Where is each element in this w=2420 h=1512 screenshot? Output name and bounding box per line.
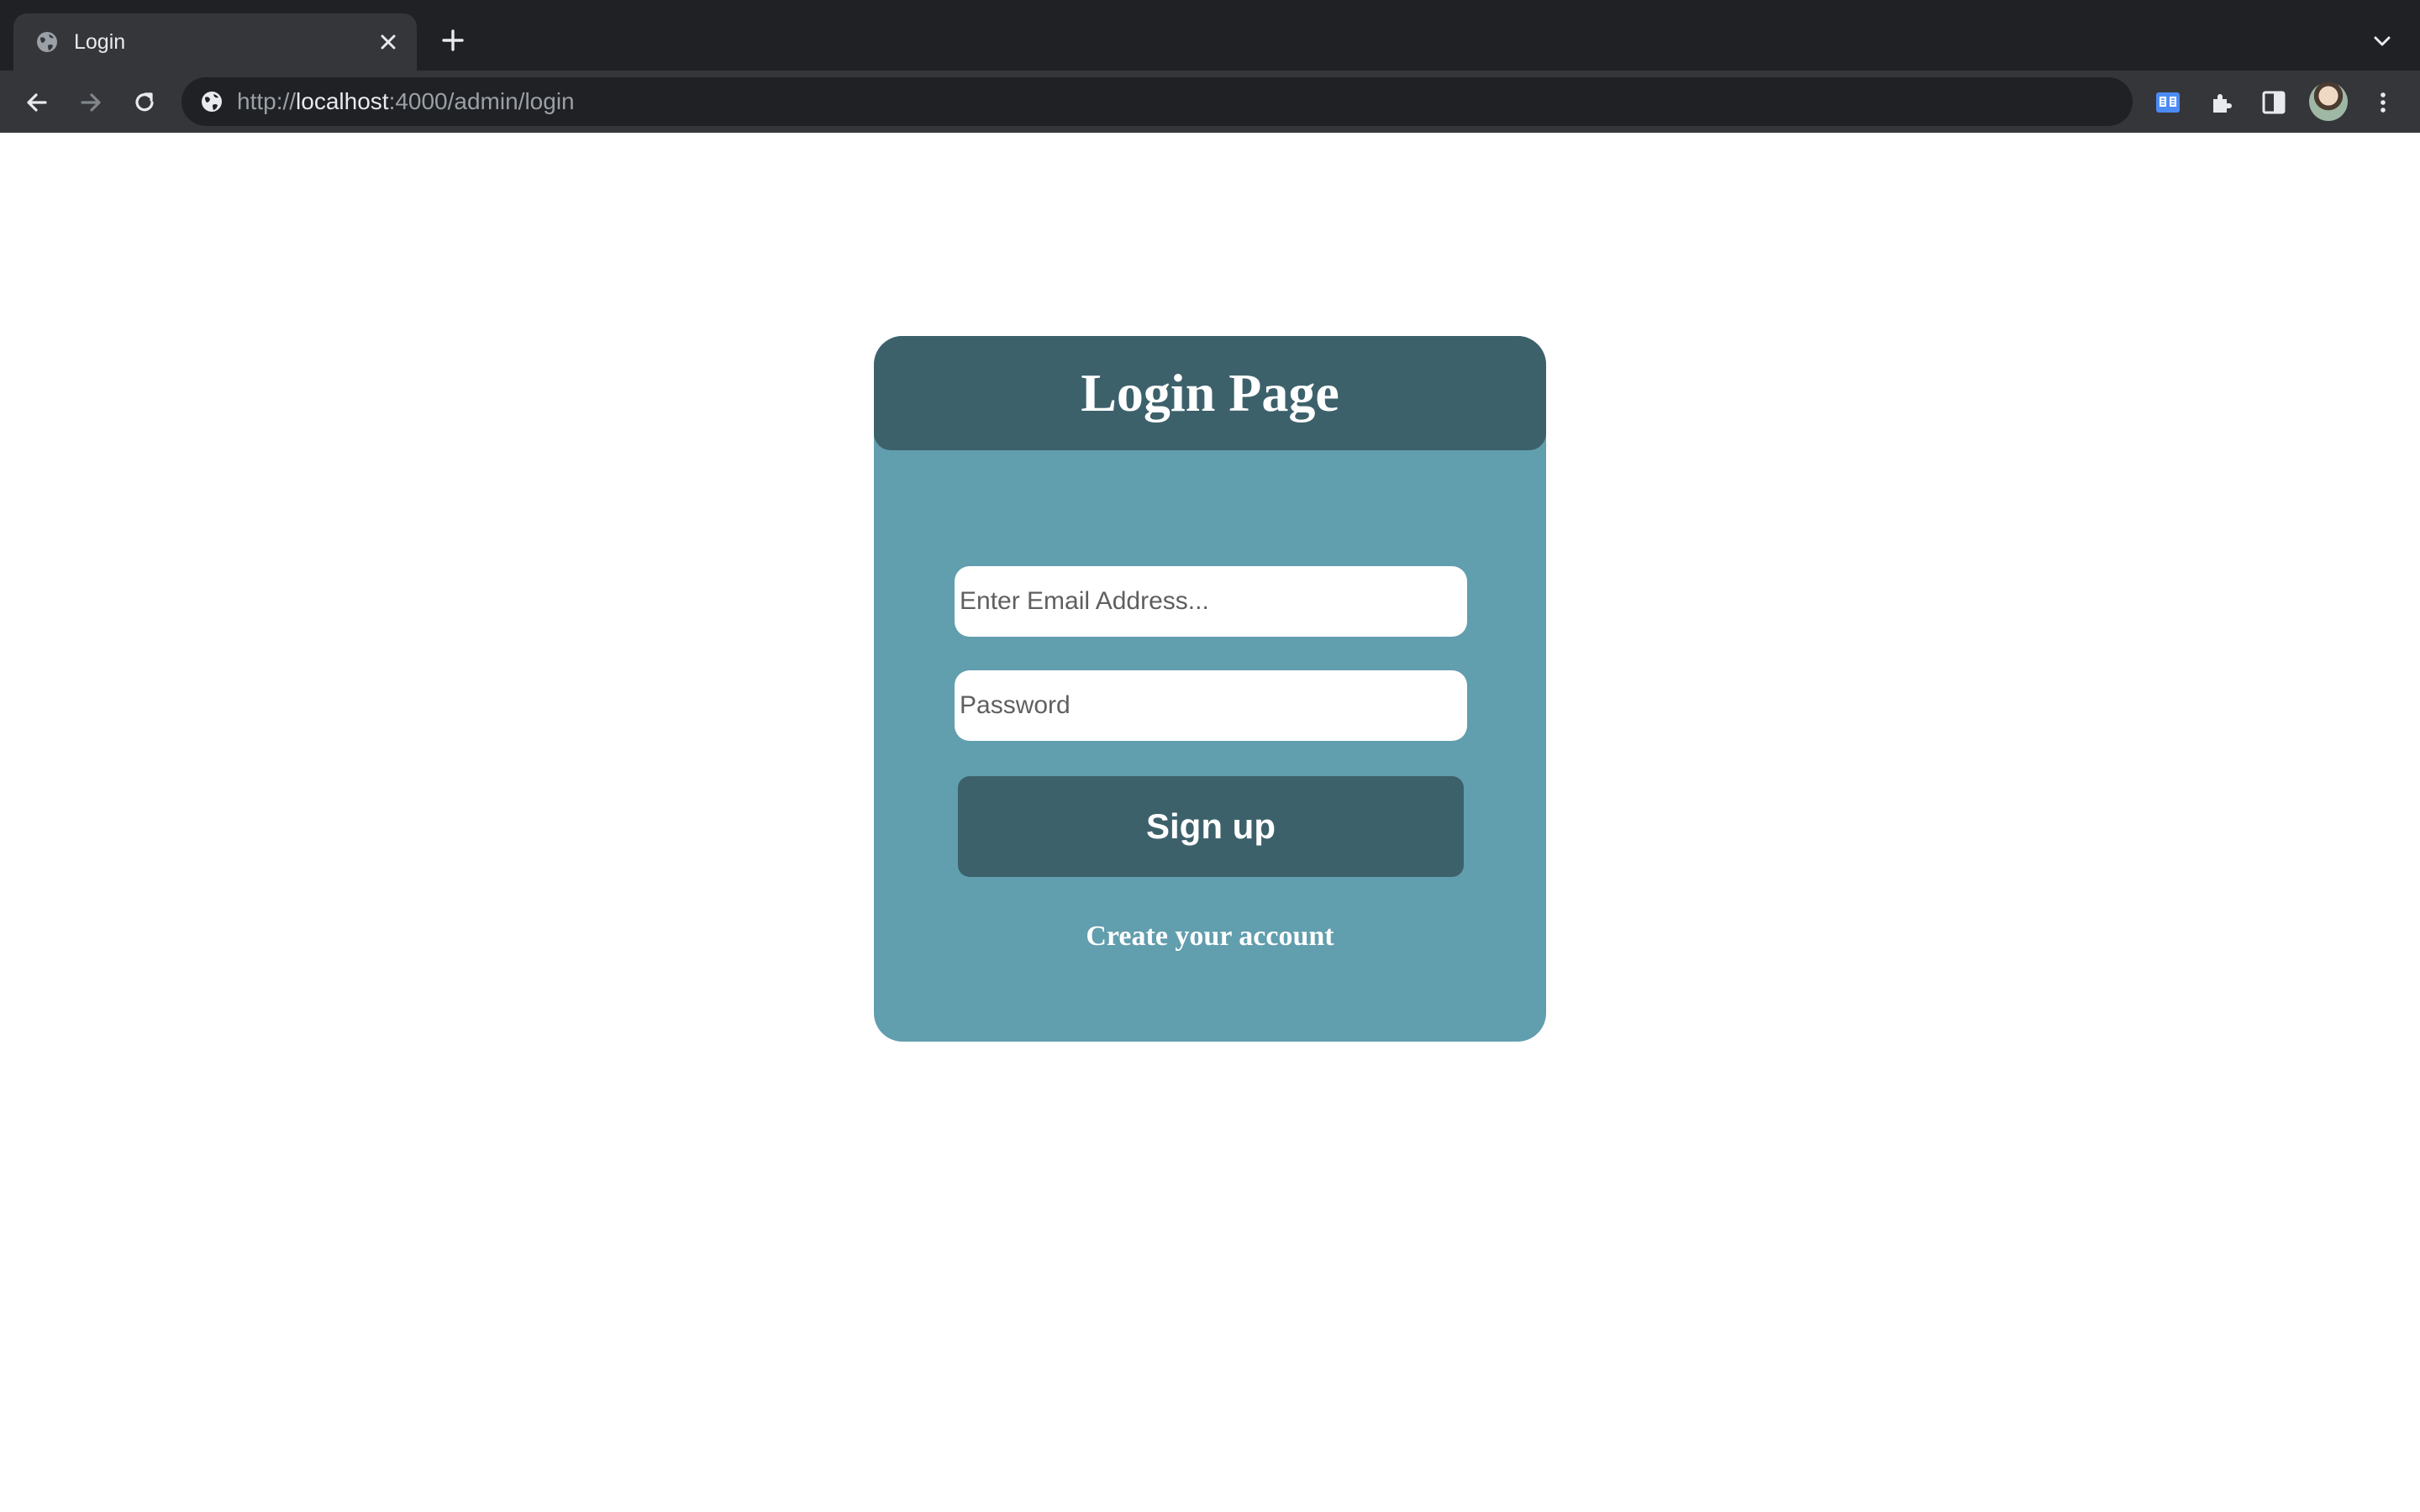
- tab-strip: Login: [0, 0, 2420, 71]
- menu-icon[interactable]: [2366, 86, 2400, 119]
- reload-icon[interactable]: [128, 86, 161, 119]
- plus-icon[interactable]: [439, 26, 467, 55]
- login-card: Login Page Sign up Create your account: [874, 336, 1546, 1042]
- url-host: localhost: [296, 88, 389, 114]
- side-panel-icon[interactable]: [2257, 86, 2291, 119]
- url-scheme: http://: [237, 88, 297, 114]
- password-input[interactable]: [955, 670, 1467, 741]
- tab-title: Login: [74, 30, 126, 54]
- browser-toolbar: http://localhost:4000/admin/login: [0, 71, 2420, 133]
- address-bar[interactable]: http://localhost:4000/admin/login: [182, 77, 2133, 126]
- chevron-down-icon[interactable]: [2368, 27, 2396, 55]
- close-icon[interactable]: [375, 29, 402, 55]
- globe-icon[interactable]: [198, 88, 225, 115]
- login-header: Login Page: [874, 336, 1546, 450]
- browser-tab[interactable]: Login: [13, 13, 417, 71]
- create-account-link[interactable]: Create your account: [874, 921, 1546, 953]
- profile-avatar[interactable]: [2309, 82, 2348, 121]
- extensions-icon[interactable]: [2205, 86, 2238, 119]
- reading-mode-icon[interactable]: [2151, 86, 2185, 119]
- url-path: :4000/admin/login: [388, 88, 575, 114]
- back-icon[interactable]: [20, 86, 54, 119]
- page-title: Login Page: [1081, 363, 1339, 423]
- url-text: http://localhost:4000/admin/login: [237, 77, 575, 126]
- email-input[interactable]: [955, 566, 1467, 637]
- globe-icon: [34, 29, 60, 55]
- forward-icon[interactable]: [74, 86, 108, 119]
- sign-up-button[interactable]: Sign up: [958, 776, 1464, 877]
